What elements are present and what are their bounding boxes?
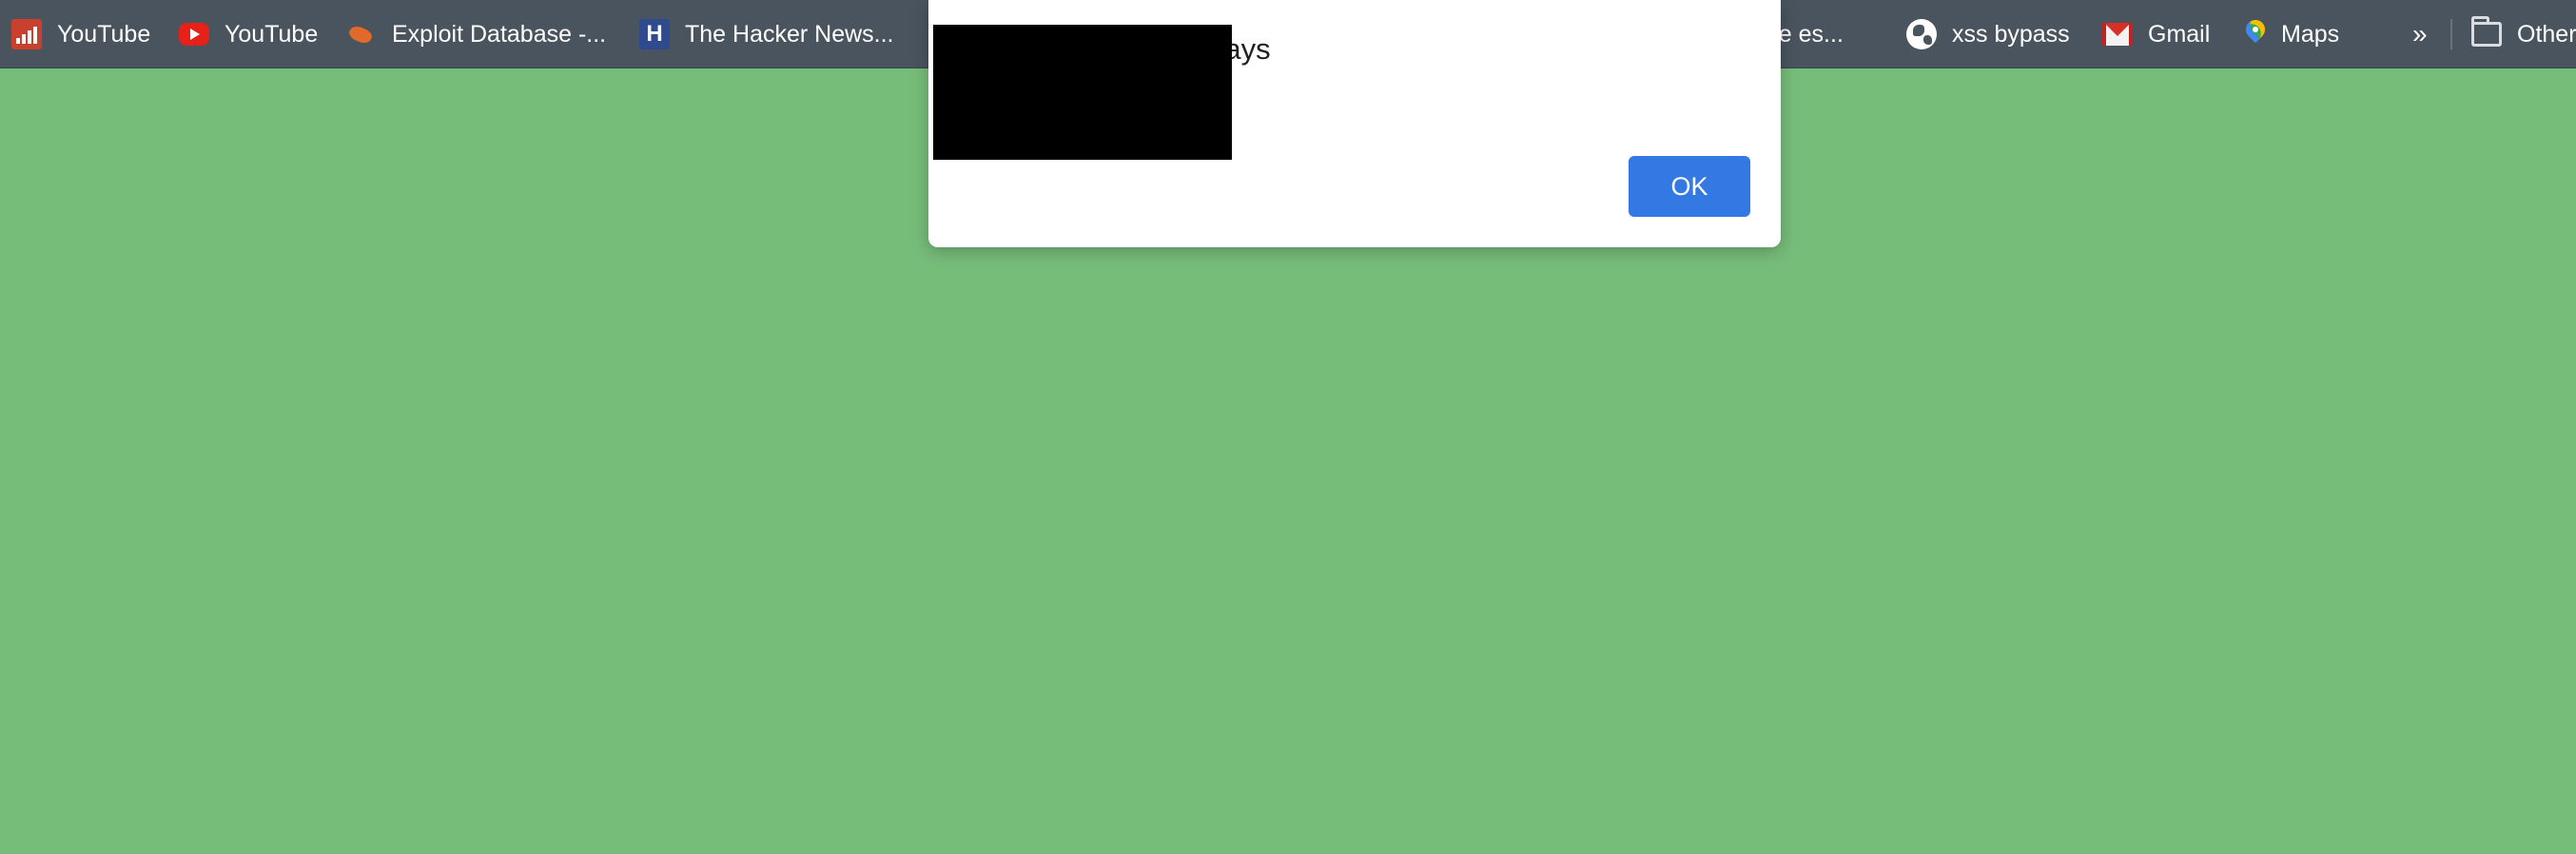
ok-button[interactable]: OK <box>1629 156 1750 217</box>
analytics-icon <box>11 19 42 49</box>
bookmarks-overflow-button[interactable]: » <box>2412 0 2428 68</box>
bookmark-youtube-analytics[interactable]: YouTube <box>11 0 150 68</box>
bookmark-label: YouTube <box>57 20 151 48</box>
bookmark-label: YouTube <box>224 20 319 48</box>
bookmark-label: xss bypass <box>1952 20 2070 48</box>
bookmark-youtube[interactable]: YouTube <box>179 0 318 68</box>
bookmark-maps[interactable]: Maps <box>2245 0 2339 68</box>
bookmark-xss-bypass[interactable]: xss bypass <box>1906 0 2070 68</box>
globe-icon <box>1906 19 1937 49</box>
hacker-news-icon: H <box>639 19 670 49</box>
folder-icon <box>2471 16 2502 47</box>
alert-dialog: n says OK <box>928 0 1781 247</box>
divider <box>2450 19 2452 49</box>
bookmark-exploit-database[interactable]: Exploit Database -... <box>346 0 606 68</box>
maps-icon <box>2245 19 2266 49</box>
bookmark-gmail[interactable]: Gmail <box>2102 0 2210 68</box>
other-bookmarks-label: Other <box>2517 20 2576 48</box>
bookmark-hacker-news[interactable]: H The Hacker News... <box>639 0 894 68</box>
redaction-box <box>933 25 1232 160</box>
bookmark-label: Maps <box>2281 20 2340 48</box>
gmail-icon <box>2102 23 2133 46</box>
bookmark-label: Exploit Database -... <box>392 20 607 48</box>
youtube-icon <box>179 23 209 46</box>
exploit-db-icon <box>346 19 377 49</box>
bookmark-label: Gmail <box>2148 20 2211 48</box>
other-bookmarks-folder[interactable]: Other <box>2471 0 2576 68</box>
bookmark-label: The Hacker News... <box>685 20 894 48</box>
